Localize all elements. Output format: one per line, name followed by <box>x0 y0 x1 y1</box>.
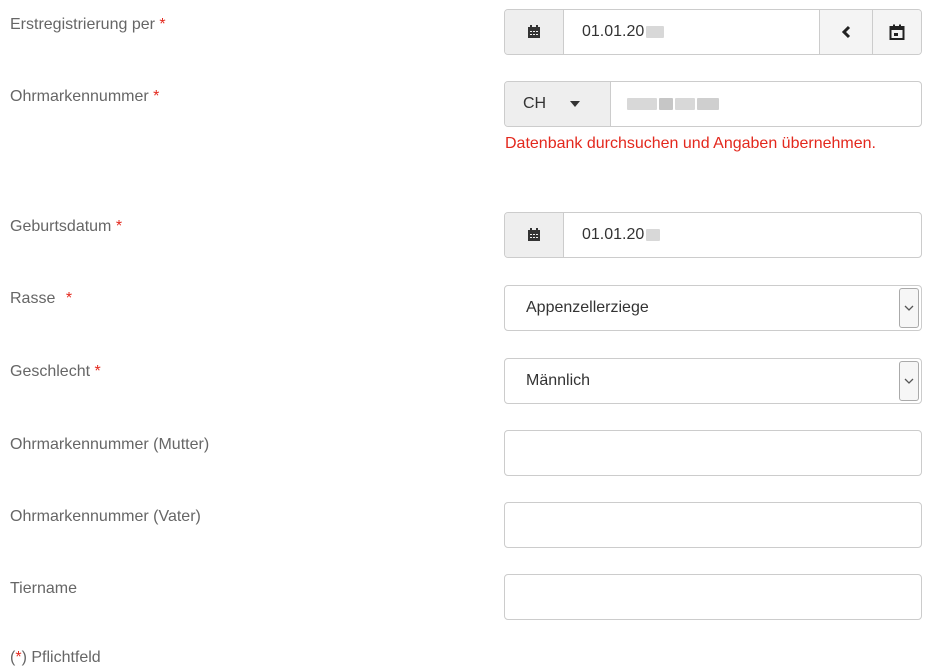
chevron-left-icon <box>841 25 851 39</box>
sex-label-text: Geschlecht <box>10 363 91 380</box>
registration-date-value: 01.01.20 <box>582 23 645 40</box>
required-marker: * <box>94 363 101 380</box>
ear-tag-label-text: Ohrmarkennummer <box>10 88 149 105</box>
father-tag-label: Ohrmarkennummer (Vater) <box>10 508 201 525</box>
birth-date-value: 01.01.20 <box>582 226 645 243</box>
redacted-number <box>659 98 673 110</box>
ear-tag-group: CH <box>504 81 922 127</box>
mother-tag-input[interactable] <box>504 430 922 476</box>
sex-select[interactable]: Männlich <box>504 358 922 404</box>
calendar-icon[interactable] <box>505 10 564 54</box>
redacted-number <box>627 98 657 110</box>
calendar-today-icon <box>889 24 905 40</box>
required-marker: * <box>115 218 123 235</box>
birth-date-label-text: Geburtsdatum <box>10 218 112 235</box>
registration-label: Erstregistrierung per * <box>10 16 166 34</box>
registration-label-text: Erstregistrierung per <box>10 16 155 33</box>
required-field-note: (*) Pflichtfeld <box>10 649 101 667</box>
ear-tag-input[interactable] <box>611 82 921 126</box>
country-code: CH <box>523 95 547 112</box>
mother-tag-label: Ohrmarkennummer (Mutter) <box>10 436 210 453</box>
breed-label-text: Rasse <box>10 290 56 307</box>
sex-label: Geschlecht * <box>10 363 101 381</box>
birth-date-label: Geburtsdatum * <box>10 218 122 236</box>
breed-select[interactable]: Appenzellerziege <box>504 285 922 331</box>
animal-name-label: Tiername <box>10 580 77 597</box>
sex-value: Männlich <box>526 372 591 389</box>
chevron-down-icon[interactable] <box>899 361 919 401</box>
country-select[interactable]: CH <box>505 82 611 126</box>
open-calendar-button[interactable] <box>872 10 921 54</box>
registration-date-group: 01.01.20 <box>504 9 922 55</box>
required-marker: * <box>153 88 160 105</box>
birth-date-input[interactable]: 01.01.20 <box>564 213 921 257</box>
prev-date-button[interactable] <box>819 10 872 54</box>
breed-value: Appenzellerziege <box>526 299 649 316</box>
breed-label: Rasse * <box>10 290 72 308</box>
ear-tag-error: Datenbank durchsuchen und Angaben überne… <box>505 135 876 152</box>
registration-date-input[interactable]: 01.01.20 <box>564 10 819 54</box>
calendar-icon[interactable] <box>505 213 564 257</box>
required-marker: * <box>65 290 73 307</box>
required-marker: * <box>159 16 166 33</box>
caret-down-icon <box>570 101 581 107</box>
redacted-number <box>697 98 719 110</box>
chevron-down-icon[interactable] <box>899 288 919 328</box>
father-tag-input[interactable] <box>504 502 922 548</box>
redacted-number <box>675 98 695 110</box>
animal-name-input[interactable] <box>504 574 922 620</box>
redacted-digits <box>646 229 661 241</box>
redacted-digits <box>646 26 665 38</box>
footer-text: ) Pflichtfeld <box>21 649 101 666</box>
ear-tag-label: Ohrmarkennummer * <box>10 88 159 106</box>
birth-date-group: 01.01.20 <box>504 212 922 258</box>
